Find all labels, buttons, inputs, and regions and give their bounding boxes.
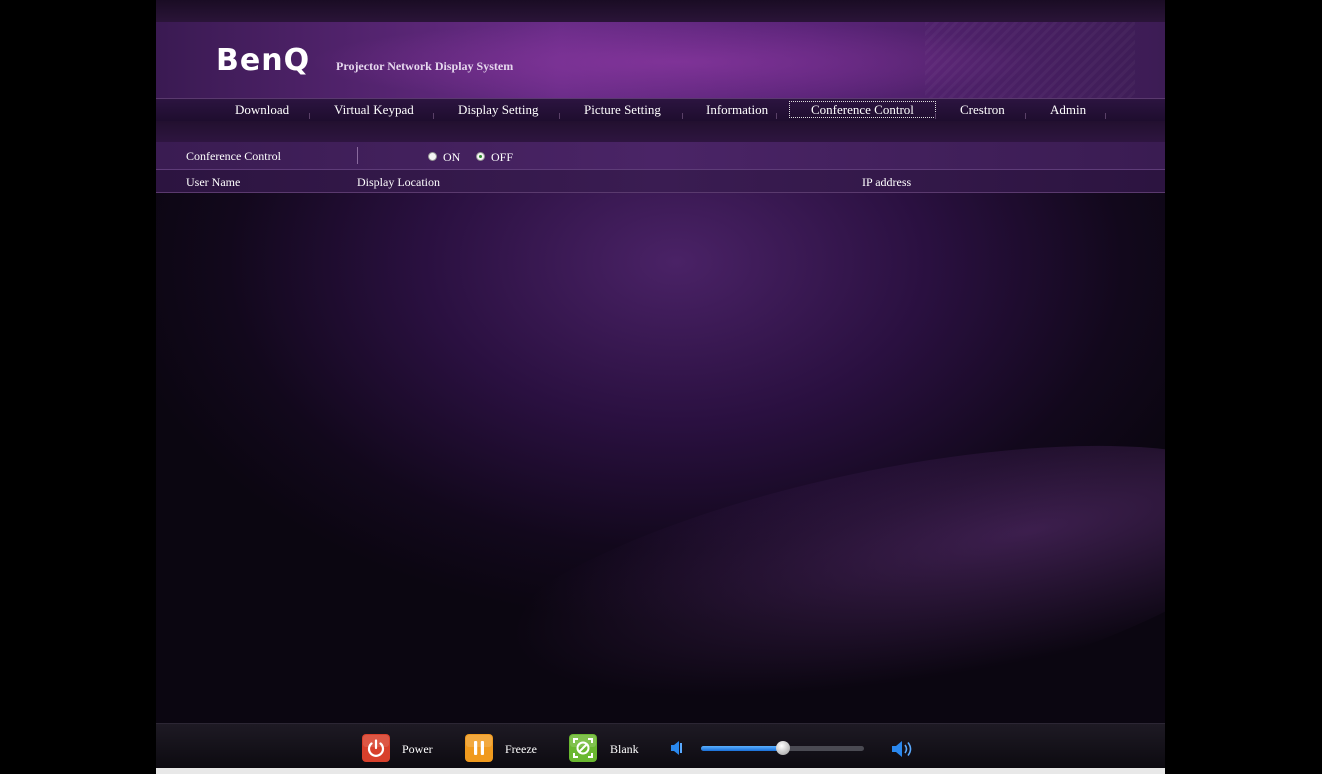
nav-separator [433, 113, 434, 119]
blank-screen-icon [569, 734, 597, 762]
nav-separator [935, 113, 936, 119]
tab-information[interactable]: Information [705, 102, 769, 117]
main-nav: Download Virtual Keypad Display Setting … [156, 98, 1165, 122]
nav-separator [1105, 113, 1106, 119]
power-icon [362, 734, 390, 762]
conference-off-radio[interactable] [476, 152, 485, 161]
tab-download[interactable]: Download [234, 102, 290, 117]
tab-crestron[interactable]: Crestron [959, 102, 1006, 117]
freeze-button[interactable] [465, 734, 493, 762]
volume-handle[interactable] [775, 741, 790, 755]
speaker-low-icon[interactable] [670, 740, 684, 756]
conference-off-label[interactable]: OFF [491, 150, 513, 164]
conference-on-label[interactable]: ON [443, 150, 460, 164]
top-strip [156, 0, 1165, 22]
column-display-location: Display Location [357, 175, 440, 189]
conference-control-row: Conference Control ON OFF [156, 142, 1165, 170]
conference-on-radio[interactable] [428, 152, 437, 161]
nav-separator [682, 113, 683, 119]
column-user-name: User Name [186, 175, 241, 189]
app-subtitle: Projector Network Display System [336, 59, 514, 73]
bottom-strip [156, 768, 1165, 774]
conference-control-label: Conference Control [186, 149, 281, 163]
power-button[interactable] [362, 734, 390, 762]
main-content: Conference Control ON OFF User Name Disp… [156, 142, 1165, 774]
nav-separator [309, 113, 310, 119]
blank-button[interactable] [569, 734, 597, 762]
tab-display-setting[interactable]: Display Setting [457, 102, 540, 117]
table-header: User Name Display Location IP address [156, 170, 1165, 193]
control-bar: Power Freeze Blank [156, 723, 1165, 769]
tab-admin[interactable]: Admin [1049, 102, 1087, 117]
nav-separator [1025, 113, 1026, 119]
projector-web-ui: BenQ Projector Network Display System Do… [156, 0, 1165, 774]
blank-label[interactable]: Blank [610, 742, 639, 756]
column-ip-address: IP address [862, 175, 912, 189]
header-banner: BenQ Projector Network Display System [156, 22, 1165, 98]
pause-icon [465, 734, 493, 762]
nav-separator [776, 113, 777, 119]
volume-fill [701, 746, 783, 751]
nav-underband [156, 121, 1165, 142]
tab-conference-control[interactable]: Conference Control [789, 101, 936, 118]
row-divider [357, 147, 358, 164]
tab-picture-setting[interactable]: Picture Setting [583, 102, 662, 117]
background-swoosh [450, 389, 1165, 774]
nav-separator [559, 113, 560, 119]
freeze-label[interactable]: Freeze [505, 742, 537, 756]
volume-slider[interactable] [701, 741, 864, 755]
tab-virtual-keypad[interactable]: Virtual Keypad [333, 102, 415, 117]
benq-logo: BenQ [216, 43, 311, 78]
speaker-high-icon[interactable] [891, 740, 917, 758]
power-label[interactable]: Power [402, 742, 433, 756]
